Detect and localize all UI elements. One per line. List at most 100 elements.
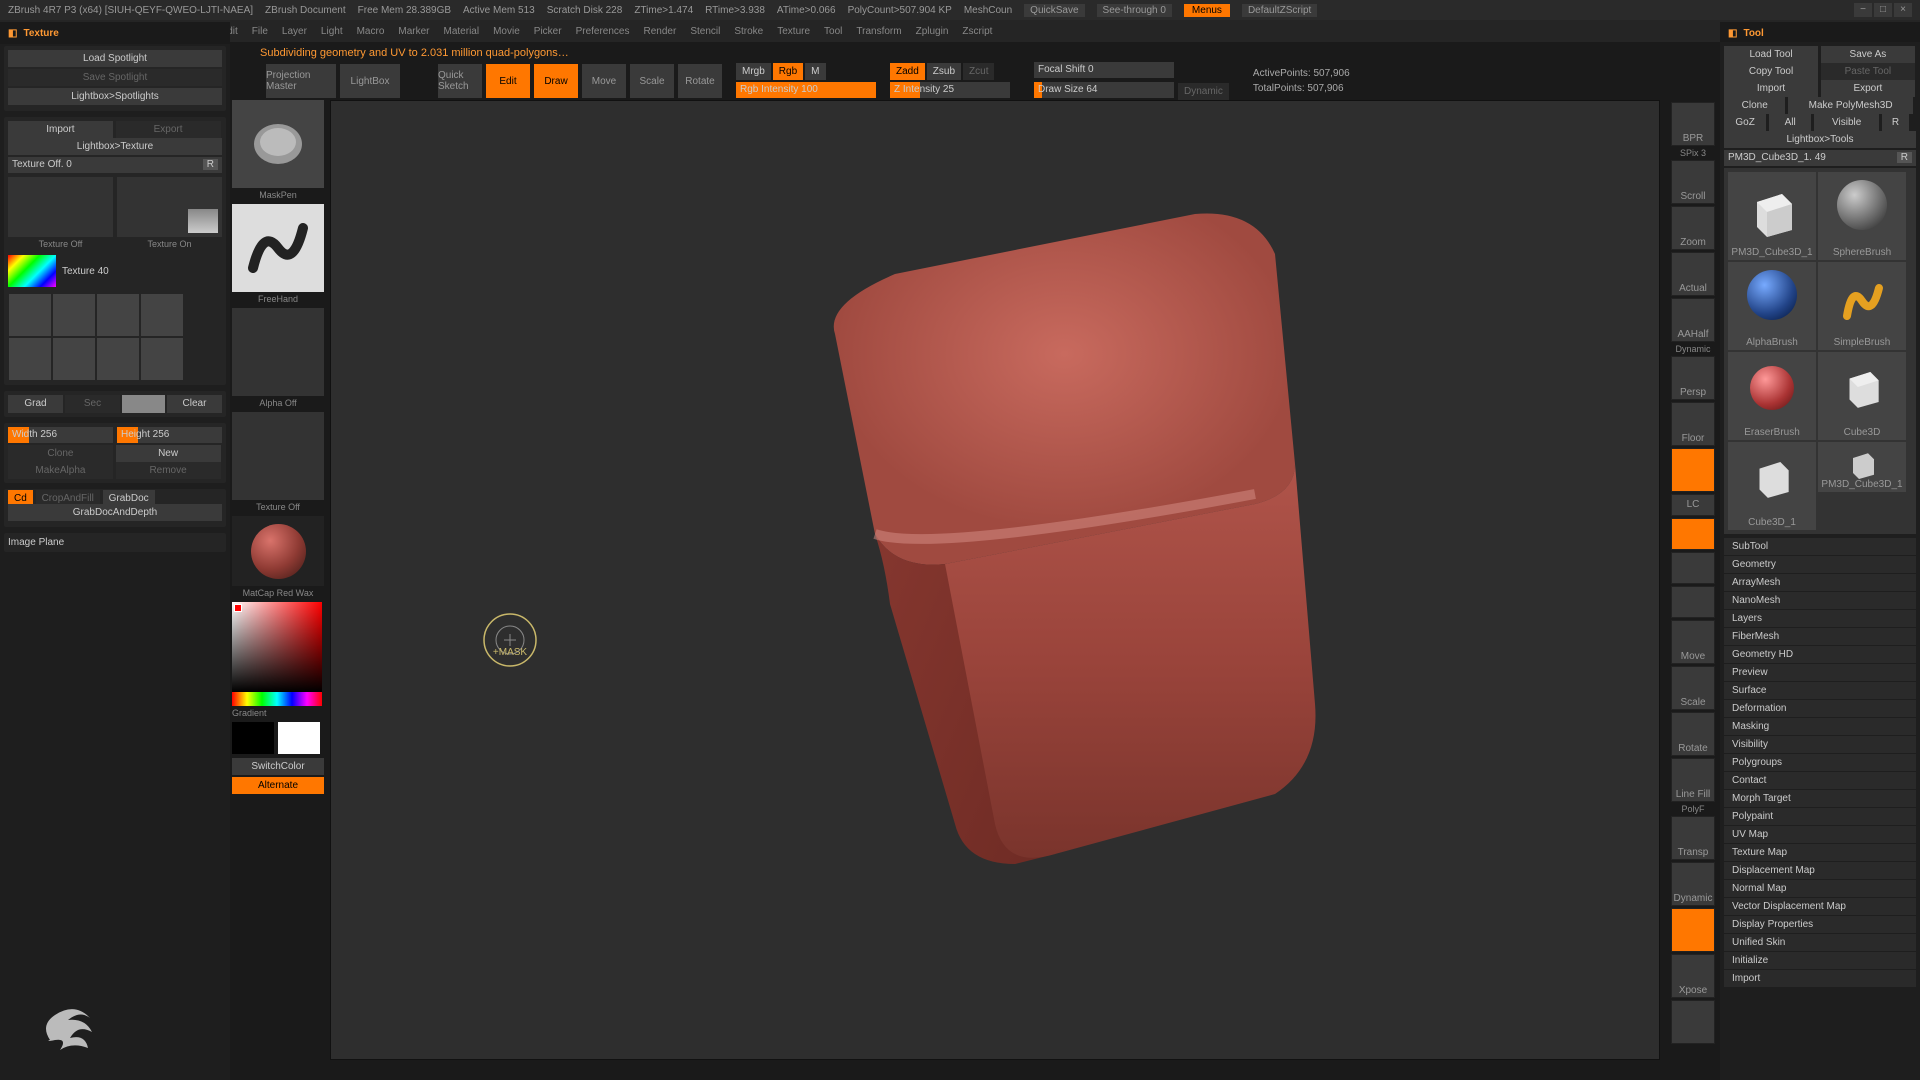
acc-vectordisp[interactable]: Vector Displacement Map [1724, 898, 1916, 915]
menu-zscript[interactable]: Zscript [962, 26, 992, 37]
focal-shift-slider[interactable]: Focal Shift 0 [1034, 62, 1174, 78]
color-picker[interactable] [232, 602, 324, 692]
lightbox-texture-button[interactable]: Lightbox>Texture [8, 138, 222, 155]
tool-thumb-4[interactable]: EraserBrush [1728, 352, 1816, 440]
tex-tool-1[interactable] [9, 294, 51, 336]
load-spotlight-button[interactable]: Load Spotlight [8, 50, 222, 67]
goz-r-button[interactable]: R [1882, 114, 1909, 131]
seethrough-slider[interactable]: See-through 0 [1097, 4, 1172, 17]
acc-masking[interactable]: Masking [1724, 718, 1916, 735]
copy-tool-button[interactable]: Copy Tool [1724, 63, 1818, 80]
tex-tool-7[interactable] [97, 338, 139, 380]
acc-layers[interactable]: Layers [1724, 610, 1916, 627]
acc-polygroups[interactable]: Polygroups [1724, 754, 1916, 771]
floor-button[interactable]: Floor [1671, 402, 1715, 446]
clear-button[interactable]: Clear [167, 395, 222, 413]
menu-marker[interactable]: Marker [398, 26, 429, 37]
goz-button[interactable]: GoZ [1724, 114, 1766, 131]
tool-name-field[interactable]: PM3D_Cube3D_1. 49R [1724, 150, 1916, 166]
export-texture-button[interactable]: Export [116, 121, 221, 138]
brush-thumb[interactable] [232, 100, 324, 188]
tex-tool-8[interactable] [141, 338, 183, 380]
edit-mode-button[interactable]: Edit [486, 64, 530, 98]
rgb-intensity-slider[interactable]: Rgb Intensity 100 [736, 82, 876, 98]
acc-texturemap[interactable]: Texture Map [1724, 844, 1916, 861]
acc-nanomesh[interactable]: NanoMesh [1724, 592, 1916, 609]
paste-tool-button[interactable]: Paste Tool [1821, 63, 1915, 80]
acc-unifiedskin[interactable]: Unified Skin [1724, 934, 1916, 951]
menu-transform[interactable]: Transform [856, 26, 901, 37]
actual-button[interactable]: Actual [1671, 252, 1715, 296]
tool-thumb-3[interactable]: SimpleBrush [1818, 262, 1906, 350]
grabdocanddepth-button[interactable]: GrabDocAndDepth [8, 504, 222, 521]
quick-sketch-button[interactable]: Quick Sketch [438, 64, 482, 98]
menu-tool[interactable]: Tool [824, 26, 842, 37]
acc-displacement[interactable]: Displacement Map [1724, 862, 1916, 879]
menu-stroke[interactable]: Stroke [734, 26, 763, 37]
default-zscript[interactable]: DefaultZScript [1242, 4, 1317, 17]
m-button[interactable]: M [805, 63, 825, 80]
tool-thumb-7[interactable]: PM3D_Cube3D_1 [1818, 442, 1906, 492]
lightbox-tools-button[interactable]: Lightbox>Tools [1724, 131, 1916, 148]
scale-button[interactable]: Rotate [1671, 712, 1715, 756]
rotate-mode-button[interactable]: Rotate [678, 64, 722, 98]
bpr-button[interactable]: BPR [1671, 102, 1715, 146]
goz-visible-button[interactable]: Visible [1814, 114, 1879, 131]
menu-texture[interactable]: Texture [777, 26, 810, 37]
material-thumb[interactable] [232, 516, 324, 586]
export-tool-button[interactable]: Export [1821, 80, 1915, 97]
tex-tool-2[interactable] [53, 294, 95, 336]
transp-button[interactable]: Dynamic [1671, 862, 1715, 906]
texture-palette-title[interactable]: ◧Texture [0, 22, 230, 44]
texture-thumb-large[interactable] [8, 177, 113, 237]
acc-import[interactable]: Import [1724, 970, 1916, 987]
dynamic-view-button[interactable] [1671, 908, 1715, 952]
move-mode-button[interactable]: Move [582, 64, 626, 98]
acc-displayprops[interactable]: Display Properties [1724, 916, 1916, 933]
tex-tool-3[interactable] [97, 294, 139, 336]
acc-normalmap[interactable]: Normal Map [1724, 880, 1916, 897]
menu-render[interactable]: Render [644, 26, 677, 37]
acc-preview[interactable]: Preview [1724, 664, 1916, 681]
menu-light[interactable]: Light [321, 26, 343, 37]
solo-button[interactable]: Xpose [1671, 954, 1715, 998]
menu-preferences[interactable]: Preferences [576, 26, 630, 37]
load-tool-button[interactable]: Load Tool [1724, 46, 1818, 63]
dynamic-button[interactable]: Dynamic [1178, 83, 1229, 100]
tool-thumb-5[interactable]: Cube3D [1818, 352, 1906, 440]
acc-geometryhd[interactable]: Geometry HD [1724, 646, 1916, 663]
grad-button[interactable]: Grad [8, 395, 63, 413]
tool-thumb-1[interactable]: SphereBrush [1818, 172, 1906, 260]
make-polymesh-button[interactable]: Make PolyMesh3D [1788, 97, 1913, 114]
makealpha-button[interactable]: MakeAlpha [8, 462, 113, 479]
height-slider[interactable]: Height 256 [117, 427, 222, 443]
lightbox-button[interactable]: LightBox [340, 64, 400, 98]
local-button[interactable] [1671, 448, 1715, 492]
save-spotlight-button[interactable]: Save Spotlight [8, 69, 222, 86]
scroll-button[interactable]: Scroll [1671, 160, 1715, 204]
zcut-button[interactable]: Zcut [963, 63, 994, 80]
tool-thumb-0[interactable]: PM3D_Cube3D_1 [1728, 172, 1816, 260]
xpose-button[interactable] [1671, 1000, 1715, 1044]
acc-arraymesh[interactable]: ArrayMesh [1724, 574, 1916, 591]
alternate-button[interactable]: Alternate [232, 777, 324, 794]
acc-fibermesh[interactable]: FiberMesh [1724, 628, 1916, 645]
move-button[interactable]: Scale [1671, 666, 1715, 710]
stroke-thumb[interactable] [232, 204, 324, 292]
tool-palette-title[interactable]: ◧Tool [1720, 22, 1920, 44]
image-plane-header[interactable]: Image Plane [8, 537, 64, 548]
menu-movie[interactable]: Movie [493, 26, 520, 37]
acc-surface[interactable]: Surface [1724, 682, 1916, 699]
xyz-button[interactable] [1671, 518, 1715, 550]
mrgb-button[interactable]: Mrgb [736, 63, 771, 80]
opt-button-2[interactable] [1671, 586, 1715, 618]
new-button[interactable]: New [116, 445, 221, 462]
acc-initialize[interactable]: Initialize [1724, 952, 1916, 969]
clone-button[interactable]: Clone [8, 445, 113, 462]
clone-tool-button[interactable]: Clone [1724, 97, 1785, 114]
tool-thumb-6[interactable]: Cube3D_1 [1728, 442, 1816, 530]
width-slider[interactable]: Width 256 [8, 427, 113, 443]
swatch-white[interactable] [278, 722, 320, 754]
menus-toggle[interactable]: Menus [1184, 4, 1230, 17]
texture-thumb[interactable] [232, 412, 324, 500]
